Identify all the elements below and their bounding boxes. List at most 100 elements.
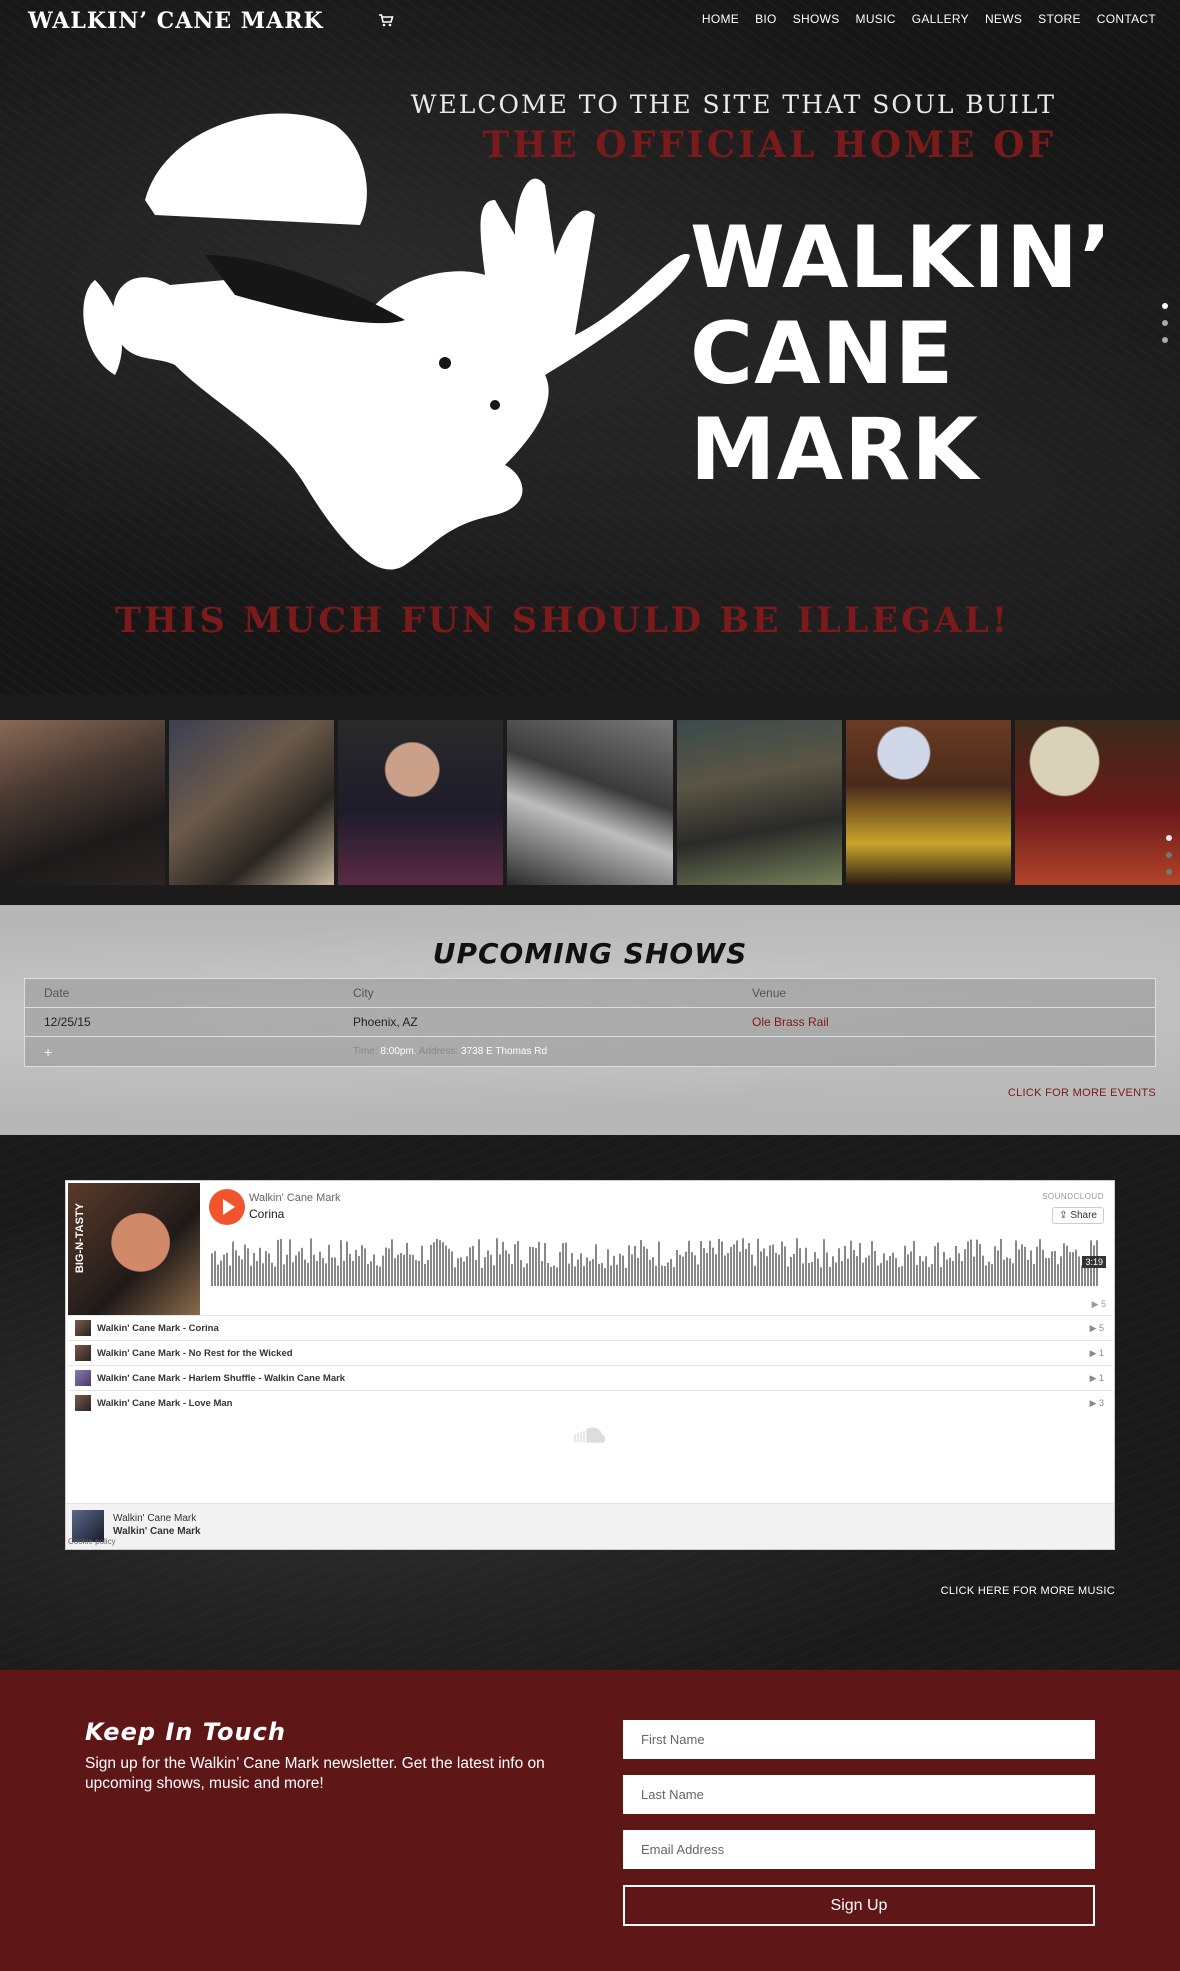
- waveform-bar: [841, 1261, 843, 1286]
- waveform-bar: [952, 1261, 954, 1286]
- share-button[interactable]: ⇪ Share: [1052, 1207, 1104, 1224]
- gallery-photo-2[interactable]: [169, 720, 335, 885]
- gallery-photo-3[interactable]: [338, 720, 504, 885]
- waveform-bar: [283, 1264, 285, 1286]
- waveform-bar: [931, 1264, 933, 1286]
- waveform-bar: [691, 1252, 693, 1286]
- waveform-bar: [733, 1244, 735, 1286]
- newsletter-description: Sign up for the Walkin’ Cane Mark newsle…: [85, 1755, 545, 1792]
- gallery-photo-1[interactable]: [0, 720, 166, 885]
- waveform-bar: [508, 1253, 510, 1286]
- slider-dot-3[interactable]: [1162, 337, 1168, 343]
- waveform-bar: [661, 1265, 663, 1286]
- waveform-bar: [406, 1242, 408, 1286]
- cookie-policy-link[interactable]: Cookie policy: [68, 1537, 116, 1546]
- waveform-bar: [619, 1253, 621, 1286]
- waveform-bar: [574, 1266, 576, 1286]
- waveform[interactable]: [211, 1236, 1101, 1286]
- more-events-link[interactable]: CLICK FOR MORE EVENTS: [1008, 1087, 1156, 1099]
- waveform-bar: [223, 1254, 225, 1286]
- waveform-bar: [394, 1258, 396, 1286]
- first-name-field[interactable]: [623, 1720, 1095, 1759]
- artist-name-line-3: MARK: [690, 400, 980, 500]
- slider-dot-2[interactable]: [1162, 320, 1168, 326]
- waveform-bar: [466, 1256, 468, 1286]
- waveform-bar: [988, 1261, 990, 1286]
- waveform-bar: [940, 1267, 942, 1286]
- nav-gallery[interactable]: GALLERY: [912, 12, 969, 26]
- waveform-bar: [895, 1258, 897, 1286]
- waveform-bar: [289, 1239, 291, 1286]
- site-logo[interactable]: WALKIN’ CANE MARK: [28, 8, 324, 34]
- waveform-bar: [1051, 1251, 1053, 1286]
- show-venue-link[interactable]: Ole Brass Rail: [752, 1015, 829, 1029]
- waveform-bar: [373, 1254, 375, 1286]
- nav-home[interactable]: HOME: [702, 12, 739, 26]
- waveform-bar: [577, 1259, 579, 1286]
- waveform-bar: [901, 1266, 903, 1286]
- upcoming-shows-section: UPCOMING SHOWS Date City Venue 12/25/15 …: [0, 905, 1180, 1135]
- email-field[interactable]: [623, 1830, 1095, 1869]
- soundcloud-logo[interactable]: SOUNDCLOUD: [1042, 1192, 1104, 1201]
- nav-store[interactable]: STORE: [1038, 12, 1081, 26]
- gallery-photo-7[interactable]: [1014, 720, 1180, 885]
- gallery-photo-4[interactable]: [507, 720, 673, 885]
- waveform-bar: [316, 1261, 318, 1286]
- nav-news[interactable]: NEWS: [985, 12, 1022, 26]
- list-item[interactable]: Walkin' Cane Mark - Harlem Shuffle - Wal…: [68, 1365, 1112, 1390]
- track-play-count: ▶ 1: [1089, 1372, 1104, 1383]
- waveform-bar: [961, 1261, 963, 1286]
- waveform-bar: [235, 1250, 237, 1286]
- waveform-bar: [1066, 1245, 1068, 1286]
- waveform-bar: [781, 1241, 783, 1286]
- expand-plus-icon[interactable]: +: [44, 1044, 52, 1060]
- waveform-bar: [688, 1240, 690, 1286]
- waveform-bar: [460, 1257, 462, 1286]
- sign-up-button[interactable]: Sign Up: [623, 1885, 1095, 1926]
- waveform-bar: [679, 1254, 681, 1286]
- waveform-bar: [211, 1253, 213, 1286]
- waveform-bar: [343, 1260, 345, 1286]
- nav-music[interactable]: MUSIC: [856, 12, 896, 26]
- show-details: Time: 8:00pm. Address: 3738 E Thomas Rd: [353, 1046, 752, 1057]
- list-item[interactable]: Walkin' Cane Mark - Corina ▶ 5: [68, 1315, 1112, 1340]
- waveform-bar: [331, 1257, 333, 1286]
- waveform-bar: [502, 1241, 504, 1286]
- track-title: Walkin' Cane Mark - No Rest for the Wick…: [97, 1347, 293, 1359]
- waveform-bar: [469, 1247, 471, 1286]
- nav-contact[interactable]: CONTACT: [1097, 12, 1156, 26]
- nav-bio[interactable]: BIO: [755, 12, 777, 26]
- waveform-bar: [589, 1261, 591, 1286]
- strip-dot-1[interactable]: [1166, 835, 1172, 841]
- waveform-bar: [523, 1267, 525, 1286]
- strip-dot-3[interactable]: [1166, 869, 1172, 875]
- gallery-photo-5[interactable]: [676, 720, 842, 885]
- waveform-bar: [607, 1249, 609, 1286]
- play-button[interactable]: [209, 1189, 245, 1225]
- waveform-bar: [1063, 1243, 1065, 1286]
- waveform-bar: [793, 1253, 795, 1286]
- nav-shows[interactable]: SHOWS: [793, 12, 840, 26]
- waveform-bar: [1027, 1259, 1029, 1286]
- strip-dot-2[interactable]: [1166, 852, 1172, 858]
- last-name-field[interactable]: [623, 1775, 1095, 1814]
- shopping-cart-icon[interactable]: [378, 12, 394, 28]
- player-artist[interactable]: Walkin' Cane Mark: [249, 1192, 341, 1204]
- gallery-photo-6[interactable]: [845, 720, 1011, 885]
- list-item[interactable]: Walkin' Cane Mark - No Rest for the Wick…: [68, 1340, 1112, 1365]
- slider-dot-1[interactable]: [1162, 303, 1168, 309]
- waveform-bar: [325, 1263, 327, 1286]
- waveform-bar: [1015, 1240, 1017, 1286]
- waveform-bar: [493, 1265, 495, 1286]
- waveform-bar: [1048, 1257, 1050, 1286]
- waveform-bar: [955, 1246, 957, 1286]
- waveform-bar: [448, 1248, 450, 1286]
- footer-artist[interactable]: Walkin' Cane Mark: [113, 1513, 196, 1524]
- footer-title[interactable]: Walkin' Cane Mark: [113, 1526, 201, 1537]
- player-track-title[interactable]: Corina: [249, 1207, 284, 1221]
- list-item[interactable]: Walkin' Cane Mark - Love Man ▶ 3: [68, 1390, 1112, 1415]
- waveform-bar: [403, 1254, 405, 1286]
- waveform-bar: [418, 1260, 420, 1286]
- more-music-link[interactable]: CLICK HERE FOR MORE MUSIC: [941, 1585, 1115, 1597]
- waveform-bar: [616, 1264, 618, 1286]
